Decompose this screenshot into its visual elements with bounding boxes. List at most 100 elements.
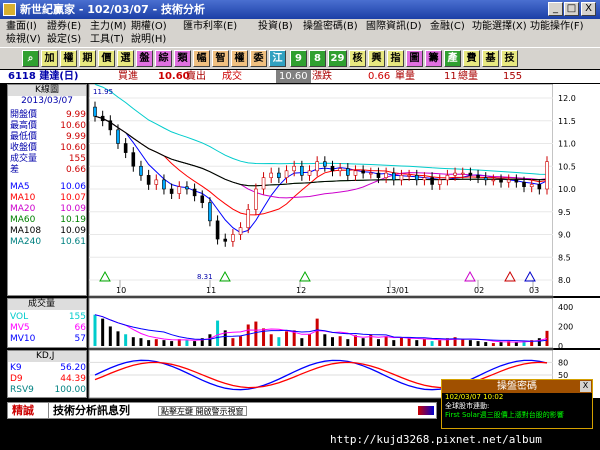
toolbar-button-smart[interactable]: 智 xyxy=(212,50,229,67)
volume-bar xyxy=(461,339,465,346)
candle-body xyxy=(476,175,480,178)
volume-tick-label: 400 xyxy=(558,303,573,312)
menu-finance[interactable]: 金融(C) xyxy=(430,20,465,33)
toolbar-button-weighted[interactable]: 權 xyxy=(60,50,77,67)
change-value: 0.66 xyxy=(368,71,391,82)
price-tick-label: 12.0 xyxy=(558,94,576,103)
volume-bar xyxy=(193,341,197,346)
status-bar: 精誠 技術分析訊息列 點擊左鍵 開啟警示視窗 xyxy=(7,402,437,419)
indicator-label: MA20 xyxy=(10,204,36,214)
menu-trading-code[interactable]: 操盤密碼(B) xyxy=(303,20,358,33)
volume-bar xyxy=(491,343,495,346)
toolbar-button-chips[interactable]: 籌 xyxy=(425,50,442,67)
toolbar-button-29[interactable]: 29 xyxy=(328,50,347,67)
toolbar-button-index[interactable]: 指 xyxy=(387,50,404,67)
toolbar-button-9[interactable]: 9 xyxy=(290,50,307,67)
menu-settings[interactable]: 設定(S) xyxy=(47,33,81,46)
status-message[interactable]: 點擊左鍵 開啟警示視窗 xyxy=(158,406,247,416)
toolbar-button-futures[interactable]: 期 xyxy=(79,50,96,67)
candle-body xyxy=(483,177,488,181)
indicator-value: 10.07 xyxy=(60,193,86,203)
toolbar-button-core[interactable]: 核 xyxy=(349,50,366,67)
menu-investment[interactable]: 投資(B) xyxy=(258,20,293,33)
menu-function-select[interactable]: 功能選擇(X) xyxy=(472,20,527,33)
indicator-row: MA240 10.61 xyxy=(10,237,86,248)
low-annotation: 8.31 xyxy=(197,273,213,281)
volume-tick-label: 0 xyxy=(558,342,563,351)
menu-securities[interactable]: 證券(E) xyxy=(47,20,81,33)
candle-body xyxy=(261,177,266,190)
toolbar-button-range[interactable]: 幅 xyxy=(193,50,210,67)
volume-bar xyxy=(139,338,143,346)
indicator-value: 57 xyxy=(74,334,86,344)
toolbar-button-rights[interactable]: 權 xyxy=(231,50,248,67)
popup-time: 102/03/07 10:02 xyxy=(445,393,504,401)
menu-options[interactable]: 期權(O) xyxy=(131,20,167,33)
indicator-value: 10.19 xyxy=(60,215,86,225)
volume-bar xyxy=(124,334,128,346)
price-tick-label: 8.0 xyxy=(558,276,571,285)
menu-forex[interactable]: 匯市利率(E) xyxy=(183,20,237,33)
indicator-label: RSV9 xyxy=(10,385,34,395)
menu-tools[interactable]: 工具(T) xyxy=(90,33,124,46)
price-panel-bg xyxy=(88,83,554,297)
indicator-value: 44.39 xyxy=(60,374,86,384)
toolbar-button-order[interactable]: 委 xyxy=(250,50,267,67)
candle-body xyxy=(139,165,143,176)
toolbar-button-fund[interactable]: 基 xyxy=(482,50,499,67)
menu-view[interactable]: 檢視(V) xyxy=(6,33,41,46)
app-window: 新世紀贏家 - 102/03/07 - 技術分析 _ □ X 畫面(I) 證券(… xyxy=(0,0,600,450)
maximize-button[interactable]: □ xyxy=(564,2,579,16)
window-title: 新世紀贏家 - 102/03/07 - 技術分析 xyxy=(20,3,206,16)
menu-help[interactable]: 說明(H) xyxy=(131,33,166,46)
status-label: 精誠 xyxy=(12,404,34,417)
volume-bar xyxy=(101,318,105,346)
indicator-label: MV5 xyxy=(10,323,30,333)
indicator-row: 最高價 10.60 xyxy=(10,121,86,132)
toolbar-button-chart[interactable]: 圖 xyxy=(406,50,423,67)
chart-area[interactable]: 12.0 11.5 11.0 10.5 10.0 9.5 9.0 8.5 8.0 11.95 8.3… xyxy=(0,83,600,400)
candle-body xyxy=(391,172,396,181)
stock-name[interactable]: 6118 建達(日) xyxy=(8,70,78,83)
toolbar-button-jiang[interactable]: 江 xyxy=(269,50,286,67)
watermark-url: http://kujd3268.pixnet.net/album xyxy=(330,433,542,446)
minimize-button[interactable]: _ xyxy=(548,2,563,16)
popup-close-button[interactable]: X xyxy=(580,381,591,392)
indicator-value: 10.61 xyxy=(60,237,86,247)
toolbar-button-category[interactable]: 類 xyxy=(174,50,191,67)
indicator-label: 開盤價 xyxy=(10,110,38,120)
toolbar-button-market[interactable]: 盤 xyxy=(136,50,153,67)
search-icon[interactable]: ⌕ xyxy=(22,50,39,67)
menu-intl-info[interactable]: 國際資訊(D) xyxy=(366,20,422,33)
candle-body xyxy=(131,152,136,167)
volume-bar xyxy=(415,340,419,346)
candle-body xyxy=(346,168,350,176)
toolbar-button-select[interactable]: 選 xyxy=(117,50,134,67)
candle-body xyxy=(123,143,128,153)
toolbar-button-summary[interactable]: 綜 xyxy=(155,50,172,67)
toolbar-button-fee[interactable]: 費 xyxy=(463,50,480,67)
indicator-label: MA10 xyxy=(10,193,36,203)
candle-body xyxy=(460,172,465,175)
candle-body xyxy=(108,120,113,131)
candle-body xyxy=(307,170,312,176)
toolbar-button-tech[interactable]: 技 xyxy=(501,50,518,67)
indicator-label: 成交量 xyxy=(10,154,38,164)
indicator-label: 最低價 xyxy=(10,132,38,142)
menu-main-force[interactable]: 主力(M) xyxy=(90,20,126,33)
toolbar-button-8[interactable]: 8 xyxy=(309,50,326,67)
sell-label: 賣出 xyxy=(186,71,206,82)
menu-function-ops[interactable]: 功能操作(F) xyxy=(530,20,584,33)
indicator-value: 56.20 xyxy=(60,363,86,373)
toolbar-button-rise[interactable]: 興 xyxy=(368,50,385,67)
toolbar-button-industry[interactable]: 產 xyxy=(444,50,461,67)
menu-screen[interactable]: 畫面(I) xyxy=(6,20,37,33)
toolbar-button-add[interactable]: 加 xyxy=(41,50,58,67)
close-button[interactable]: X xyxy=(581,2,596,16)
volume-bar xyxy=(430,341,434,346)
popup-line-2[interactable]: First Solar週三股價上漲對台股的影響 xyxy=(442,411,592,420)
indicator-label: MA108 xyxy=(10,226,42,236)
toolbar-button-price[interactable]: 價 xyxy=(98,50,115,67)
indicator-value: 0.66 xyxy=(65,165,86,175)
volume-bar xyxy=(323,334,327,346)
